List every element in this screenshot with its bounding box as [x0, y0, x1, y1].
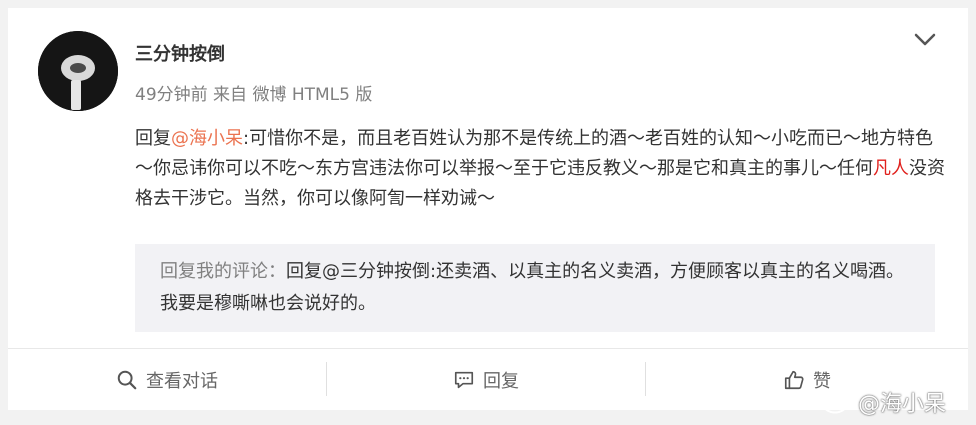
avatar[interactable]	[38, 31, 118, 111]
reply-label: 回复	[483, 370, 519, 392]
post-meta: 49分钟前 来自 微博 HTML5 版	[135, 85, 373, 105]
view-conversation-label: 查看对话	[146, 370, 218, 392]
avatar-image	[38, 31, 118, 111]
search-icon	[117, 370, 137, 389]
comment-icon	[454, 371, 474, 388]
reply-button[interactable]: 回复	[327, 349, 645, 410]
comment-content: 回复@海小呆:可惜你不是，而且老百姓认为那不是传统上的酒～老百姓的认知～小吃而已…	[135, 124, 947, 214]
chevron-down-icon[interactable]	[913, 32, 937, 48]
quote-label: 回复我的评论：	[160, 261, 286, 282]
quoted-comment-text-block: 回复我的评论：回复@三分钟按倒:还卖酒、以真主的名义卖酒，方便顾客以真主的名义喝…	[160, 256, 920, 320]
view-conversation-button[interactable]: 查看对话	[8, 349, 326, 410]
watermark-text: @海小呆	[858, 392, 947, 417]
quoted-comment[interactable]: 回复我的评论：回复@三分钟按倒:还卖酒、以真主的名义卖酒，方便顾客以真主的名义喝…	[135, 244, 935, 332]
thumbs-up-icon	[784, 370, 804, 389]
watermark: @海小呆	[822, 386, 946, 418]
highlighted-text: 凡人	[873, 158, 909, 179]
mention-link[interactable]: @海小呆	[171, 128, 243, 149]
weibo-comment-card: 三分钟按倒 49分钟前 来自 微博 HTML5 版 回复@海小呆:可惜你不是，而…	[8, 8, 968, 410]
reply-prefix: 回复	[135, 128, 171, 149]
comment-text-part1: :可惜你不是，而且老百姓认为那不是传统上的酒～老百姓的认知～小吃而已～地方特色～…	[135, 128, 934, 179]
username[interactable]: 三分钟按倒	[135, 40, 225, 66]
weibo-logo-icon	[823, 393, 850, 414]
